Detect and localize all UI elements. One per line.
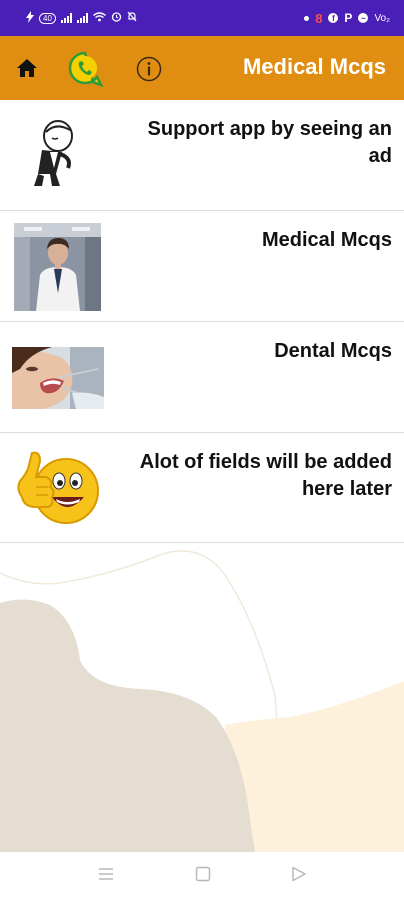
recent-apps-button[interactable] — [98, 866, 114, 887]
back-nav-button[interactable] — [291, 866, 307, 887]
parking-icon: P — [344, 11, 353, 25]
whatsapp-button[interactable] — [66, 50, 104, 88]
item-label-support-ad: Support app by seeing an ad — [147, 118, 392, 167]
menu-list: Support app by seeing an ad Medical Mcqs — [0, 100, 404, 543]
item-label-medical-mcqs: Medical Mcqs — [261, 229, 392, 251]
app-title: Medical Mcqs — [242, 54, 386, 79]
bell-off-icon — [127, 11, 137, 25]
menu-icon — [99, 868, 113, 880]
list-item-medical-mcqs[interactable]: Medical Mcqs — [0, 211, 404, 322]
home-square-icon — [195, 866, 211, 882]
battery-level-icon: 40 — [39, 12, 56, 24]
item-label-more-fields: Alot of fields will be added here later — [139, 451, 392, 500]
status-right-icons: 8 f P ~ Vo₂ — [304, 11, 390, 26]
whatsapp-icon — [68, 51, 104, 88]
signal-icon — [60, 13, 72, 23]
signal-icon-2 — [76, 13, 88, 23]
navigation-bar — [0, 852, 404, 900]
charging-icon — [26, 10, 34, 26]
doctor-in-white-coat-image — [14, 223, 101, 311]
status-left-icons: 40 — [26, 10, 137, 26]
thumbs-up-emoji-image — [17, 451, 99, 524]
alarm-icon — [111, 11, 122, 25]
app-notification-icon: 8 — [315, 10, 323, 26]
notification-dot-icon — [304, 15, 310, 21]
home-icon — [17, 59, 37, 77]
background-waves — [0, 550, 404, 852]
list-item-support-ad[interactable]: Support app by seeing an ad — [0, 100, 404, 211]
dental-checkup-image — [12, 347, 104, 409]
home-button[interactable] — [14, 56, 40, 80]
volte-label: Vo₂ — [374, 12, 390, 24]
list-item-more-fields[interactable]: Alot of fields will be added here later — [0, 433, 404, 543]
info-button[interactable] — [136, 56, 162, 82]
back-triangle-icon — [292, 866, 306, 882]
cartoon-man-bowing-image — [34, 120, 73, 186]
info-icon — [136, 56, 162, 82]
home-nav-button[interactable] — [195, 866, 211, 887]
messenger-icon: ~ — [358, 13, 369, 23]
item-label-dental-mcqs: Dental Mcqs — [274, 340, 392, 362]
status-bar: 40 8 f P ~ Vo₂ — [0, 0, 404, 36]
app-bar: Medical Mcqs — [0, 36, 404, 100]
list-item-dental-mcqs[interactable]: Dental Mcqs — [0, 322, 404, 433]
facebook-icon: f — [328, 13, 339, 23]
wifi-icon — [92, 11, 106, 25]
